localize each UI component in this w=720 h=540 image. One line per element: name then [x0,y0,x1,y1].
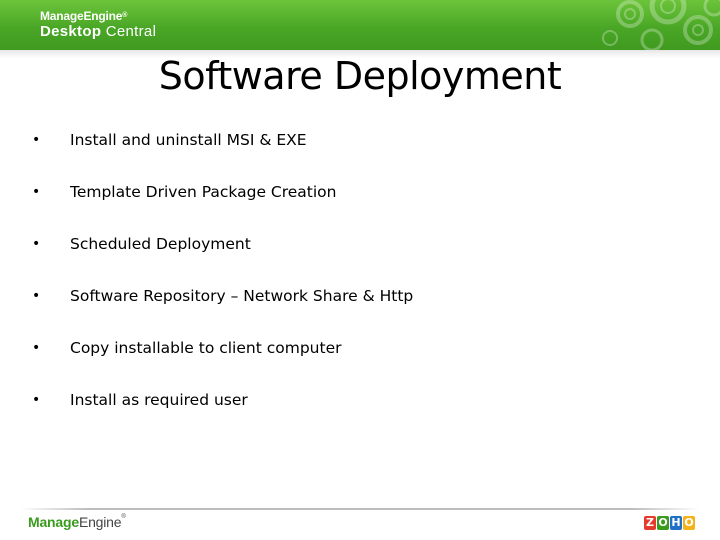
bullet-text: Scheduled Deployment [70,235,251,253]
bullet-text: Install as required user [70,391,248,409]
bullet-text: Software Repository – Network Share & Ht… [70,287,414,305]
decorative-circles-icon [602,0,720,50]
zoho-letter: H [670,516,682,530]
bullet-dot: • [32,340,41,356]
footer-logo-part1: Manage [28,514,79,530]
logo-registered-mark: ® [122,12,128,19]
bullet-text: Install and uninstall MSI & EXE [70,131,307,149]
bullet-dot: • [32,288,41,304]
bullet-dot: • [32,236,41,252]
zoho-letter: O [683,516,695,530]
bullet-text: Copy installable to client computer [70,339,342,357]
footer-logo-part2: Engine [78,514,122,530]
logo-top-text: ManageEngine [40,9,123,23]
zoho-logo: Z O H O [644,516,695,530]
bullet-dot: • [32,132,41,148]
header-bar: ManageEngine® Desktop Central [0,0,720,50]
footer-manageengine-logo: ManageEngine® [28,514,126,530]
manageengine-desktop-central-logo: ManageEngine® Desktop Central [40,9,156,41]
bullet-dot: • [32,392,41,408]
logo-product-rest: Central [101,23,157,40]
logo-product-bold: Desktop [40,23,102,40]
zoho-letter: Z [644,516,656,530]
bullet-text: Template Driven Package Creation [70,183,337,201]
bullet-dot: • [32,184,41,200]
footer-divider [20,508,700,510]
zoho-letter: O [657,516,669,530]
slide-title: Software Deployment [158,54,562,98]
footer-logo-registered-mark: ® [121,514,126,520]
